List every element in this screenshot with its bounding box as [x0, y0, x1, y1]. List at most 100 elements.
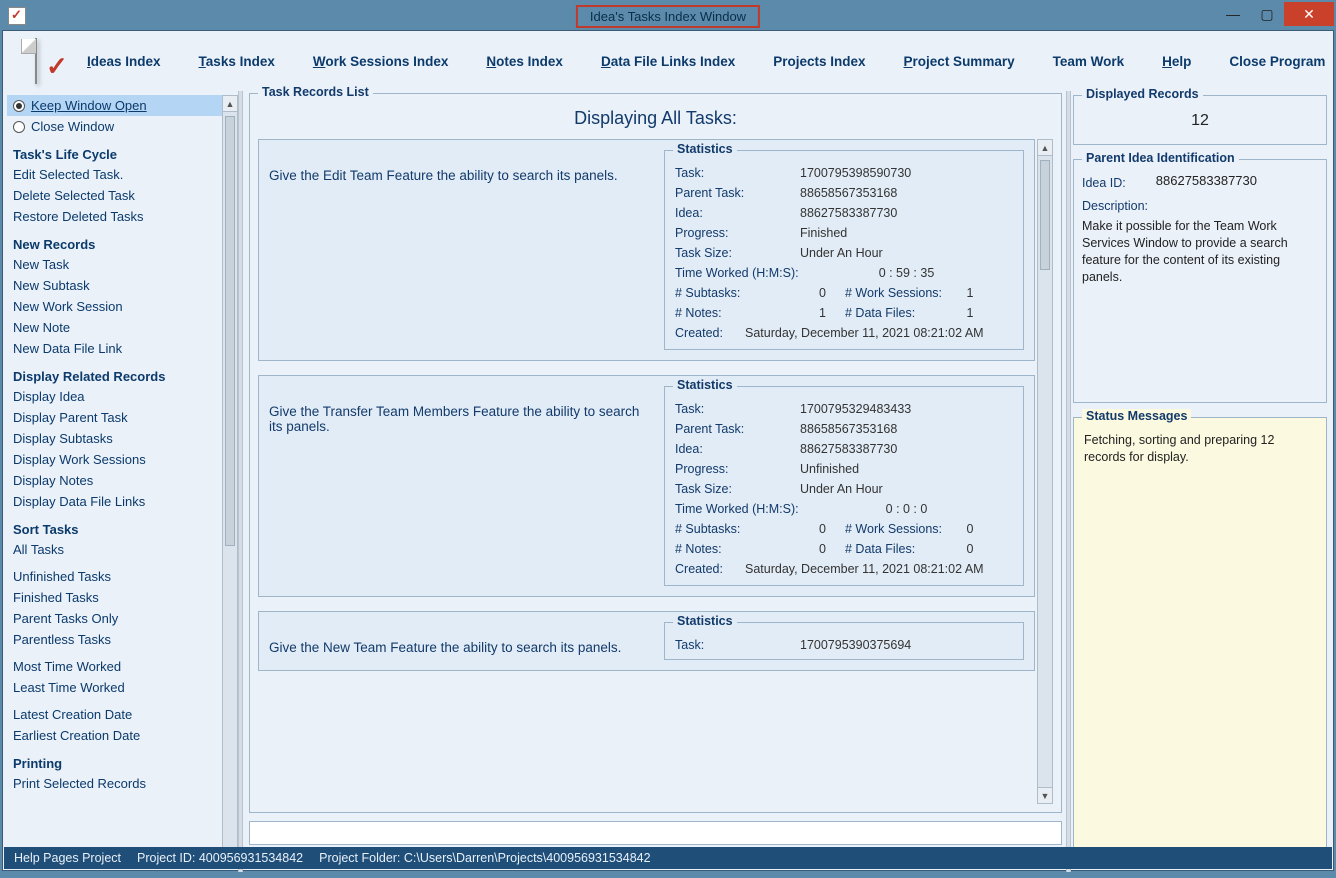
link-print-selected-records[interactable]: Print Selected Records — [7, 773, 238, 794]
radio-close-window[interactable]: Close Window — [7, 116, 238, 137]
displayed-records-value: 12 — [1082, 106, 1318, 136]
stat-val-notes: 1 — [800, 306, 845, 320]
menu-ideas-index[interactable]: Ideas Index — [87, 54, 161, 69]
scroll-up-icon[interactable]: ▲ — [1038, 140, 1052, 156]
content-row: Keep Window Open Close Window Task's Lif… — [3, 91, 1333, 872]
link-earliest-creation-date[interactable]: Earliest Creation Date — [7, 725, 238, 746]
statistics-legend: Statistics — [673, 142, 737, 156]
app-logo-icon — [35, 38, 37, 84]
link-display-work-sessions[interactable]: Display Work Sessions — [7, 449, 238, 470]
task-statistics: Statistics Task:1700795329483433 Parent … — [664, 386, 1024, 586]
link-new-subtask[interactable]: New Subtask — [7, 275, 238, 296]
menu-team-work[interactable]: Team Work — [1053, 54, 1125, 69]
link-latest-creation-date[interactable]: Latest Creation Date — [7, 704, 238, 725]
stat-key-time-worked: Time Worked (H:M:S): — [675, 502, 800, 516]
radio-keep-window-open[interactable]: Keep Window Open — [7, 95, 238, 116]
task-description: Give the Edit Team Feature the ability t… — [269, 150, 654, 350]
status-messages-box: Status Messages Fetching, sorting and pr… — [1073, 417, 1327, 868]
link-new-work-session[interactable]: New Work Session — [7, 296, 238, 317]
menubar: Ideas Index Tasks Index Work Sessions In… — [3, 31, 1333, 91]
stat-val-task: 1700795390375694 — [800, 638, 911, 652]
menu-help[interactable]: Help — [1162, 54, 1191, 69]
stat-key-created: Created: — [675, 326, 735, 340]
stat-key-created: Created: — [675, 562, 735, 576]
section-life-cycle-title: Task's Life Cycle — [7, 137, 238, 164]
section-printing-title: Printing — [7, 746, 238, 773]
stat-val-data-files: 0 — [950, 542, 990, 556]
stat-val-data-files: 1 — [950, 306, 990, 320]
menu-tasks-index[interactable]: Tasks Index — [199, 54, 275, 69]
link-least-time-worked[interactable]: Least Time Worked — [7, 677, 238, 698]
statistics-legend: Statistics — [673, 614, 737, 628]
status-project-id: Project ID: 400956931534842 — [137, 851, 303, 865]
scroll-thumb[interactable] — [225, 116, 235, 546]
stat-val-task-size: Under An Hour — [800, 482, 883, 496]
close-button[interactable]: ✕ — [1284, 2, 1334, 26]
stat-val-work-sessions: 1 — [950, 286, 990, 300]
task-statistics: Statistics Task:1700795390375694 — [664, 622, 1024, 660]
link-new-data-file-link[interactable]: New Data File Link — [7, 338, 238, 359]
status-help-project[interactable]: Help Pages Project — [14, 851, 121, 865]
link-new-task[interactable]: New Task — [7, 254, 238, 275]
menu-data-file-links-index[interactable]: Data File Links Index — [601, 54, 735, 69]
app-window: Idea's Tasks Index Window — ▢ ✕ Ideas In… — [0, 0, 1336, 878]
radio-icon — [13, 121, 25, 133]
link-finished-tasks[interactable]: Finished Tasks — [7, 587, 238, 608]
link-unfinished-tasks[interactable]: Unfinished Tasks — [7, 566, 238, 587]
task-card[interactable]: Give the Edit Team Feature the ability t… — [258, 139, 1035, 361]
task-records-fieldset: Task Records List Displaying All Tasks: … — [249, 93, 1062, 813]
link-edit-selected-task[interactable]: Edit Selected Task. — [7, 164, 238, 185]
link-delete-selected-task[interactable]: Delete Selected Task — [7, 185, 238, 206]
display-title: Displaying All Tasks: — [258, 104, 1053, 139]
menu-project-summary[interactable]: Project Summary — [904, 54, 1015, 69]
stat-val-idea: 88627583387730 — [800, 442, 897, 456]
link-display-subtasks[interactable]: Display Subtasks — [7, 428, 238, 449]
scroll-up-icon[interactable]: ▲ — [223, 96, 237, 112]
displayed-records-legend: Displayed Records — [1082, 87, 1203, 101]
menu-close-program[interactable]: Close Program — [1229, 54, 1325, 69]
section-sort-tasks-title: Sort Tasks — [7, 512, 238, 539]
menu-work-sessions-index[interactable]: Work Sessions Index — [313, 54, 449, 69]
parent-idea-legend: Parent Idea Identification — [1082, 151, 1239, 165]
stat-key-task: Task: — [675, 638, 800, 652]
idea-desc-value: Make it possible for the Team Work Servi… — [1082, 216, 1318, 286]
stat-key-task: Task: — [675, 166, 800, 180]
tasks-scrollbar[interactable]: ▲ ▼ — [1037, 139, 1053, 804]
maximize-button[interactable]: ▢ — [1250, 2, 1284, 26]
link-restore-deleted-tasks[interactable]: Restore Deleted Tasks — [7, 206, 238, 227]
link-display-parent-task[interactable]: Display Parent Task — [7, 407, 238, 428]
stat-val-subtasks: 0 — [800, 286, 845, 300]
search-input[interactable] — [249, 821, 1062, 845]
task-card[interactable]: Give the Transfer Team Members Feature t… — [258, 375, 1035, 597]
stat-val-created: Saturday, December 11, 2021 08:21:02 AM — [735, 326, 984, 340]
link-new-note[interactable]: New Note — [7, 317, 238, 338]
link-parent-tasks-only[interactable]: Parent Tasks Only — [7, 608, 238, 629]
stat-val-subtasks: 0 — [800, 522, 845, 536]
menu-notes-index[interactable]: Notes Index — [486, 54, 563, 69]
app-icon — [8, 7, 26, 25]
link-display-notes[interactable]: Display Notes — [7, 470, 238, 491]
menu-projects-index[interactable]: Projects Index — [773, 54, 865, 69]
stat-val-created: Saturday, December 11, 2021 08:21:02 AM — [735, 562, 984, 576]
left-panel: Keep Window Open Close Window Task's Lif… — [3, 91, 238, 872]
stat-val-progress: Unfinished — [800, 462, 859, 476]
left-scrollbar[interactable]: ▲ ▼ — [222, 95, 238, 868]
menu-items: Ideas Index Tasks Index Work Sessions In… — [87, 54, 1325, 69]
task-card[interactable]: Give the New Team Feature the ability to… — [258, 611, 1035, 671]
main-panel: Task Records List Displaying All Tasks: … — [243, 91, 1066, 872]
window-title: Idea's Tasks Index Window — [576, 5, 760, 28]
radio-label: Close Window — [31, 119, 114, 134]
scroll-down-icon[interactable]: ▼ — [1038, 787, 1052, 803]
section-new-records-title: New Records — [7, 227, 238, 254]
stat-key-idea: Idea: — [675, 442, 800, 456]
tasks-list: Give the Edit Team Feature the ability t… — [258, 139, 1035, 804]
link-parentless-tasks[interactable]: Parentless Tasks — [7, 629, 238, 650]
link-display-idea[interactable]: Display Idea — [7, 386, 238, 407]
scroll-thumb[interactable] — [1040, 160, 1050, 270]
link-display-data-file-links[interactable]: Display Data File Links — [7, 491, 238, 512]
stat-val-time-worked: 0 : 59 : 35 — [800, 266, 1013, 280]
link-all-tasks[interactable]: All Tasks — [7, 539, 238, 560]
stat-key-parent-task: Parent Task: — [675, 186, 800, 200]
minimize-button[interactable]: — — [1216, 2, 1250, 26]
link-most-time-worked[interactable]: Most Time Worked — [7, 656, 238, 677]
